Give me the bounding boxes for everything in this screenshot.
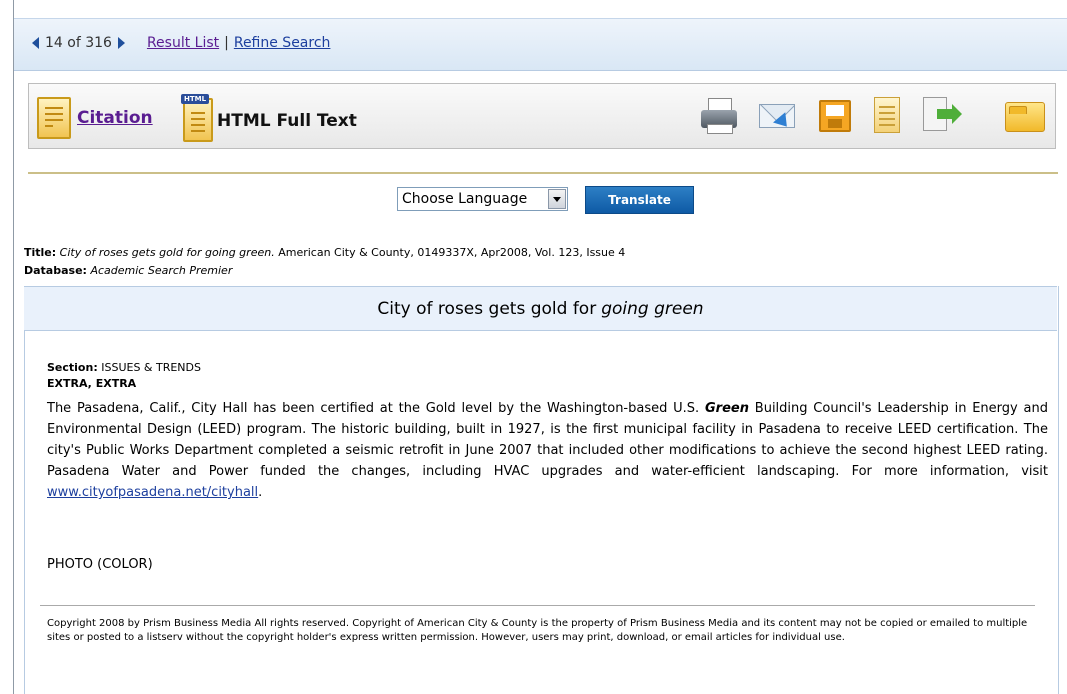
title-source: American City & County, 0149337X, Apr200… bbox=[278, 246, 626, 259]
divider bbox=[28, 172, 1058, 174]
chevron-down-icon[interactable] bbox=[548, 189, 566, 209]
previous-result-icon[interactable] bbox=[32, 37, 39, 49]
document-icon[interactable] bbox=[867, 94, 907, 136]
export-icon[interactable] bbox=[921, 94, 962, 136]
body-emphasis: Green bbox=[705, 401, 749, 416]
section-value: ISSUES & TRENDS bbox=[101, 361, 201, 374]
html-fulltext-format[interactable]: HTML HTML Full Text bbox=[181, 92, 357, 142]
article-headline: City of roses gets gold for going green bbox=[24, 286, 1057, 331]
database-line: Database: Academic Search Premier bbox=[24, 264, 232, 277]
result-list-link[interactable]: Result List bbox=[147, 35, 219, 51]
citation-icon[interactable] bbox=[37, 97, 71, 139]
photo-caption: PHOTO (COLOR) bbox=[47, 557, 153, 572]
section-label: Section: bbox=[47, 361, 98, 374]
citation-format[interactable]: Citation bbox=[37, 97, 153, 139]
result-position: 14 of 316 bbox=[45, 35, 112, 51]
refine-search-link[interactable]: Refine Search bbox=[234, 35, 331, 51]
title-italic: City of roses gets gold for going green. bbox=[59, 246, 275, 259]
title-label: Title: bbox=[24, 246, 57, 259]
citation-link[interactable]: Citation bbox=[77, 108, 153, 128]
left-border bbox=[13, 0, 14, 694]
article-body: The Pasadena, Calif., City Hall has been… bbox=[47, 398, 1048, 503]
nav-separator: | bbox=[224, 35, 229, 51]
email-icon[interactable] bbox=[757, 94, 797, 136]
language-select-value: Choose Language bbox=[402, 191, 528, 207]
body-part1: The Pasadena, Calif., City Hall has been… bbox=[47, 401, 700, 416]
article-subhead: EXTRA, EXTRA bbox=[47, 377, 137, 390]
headline-italic: going green bbox=[601, 298, 704, 319]
result-nav-bar: 14 of 316 Result List | Refine Search bbox=[14, 18, 1067, 71]
html-fulltext-icon[interactable]: HTML bbox=[181, 94, 213, 142]
next-result-icon[interactable] bbox=[117, 37, 125, 49]
copyright-notice: Copyright 2008 by Prism Business Media A… bbox=[47, 618, 1028, 643]
printer-icon[interactable] bbox=[699, 94, 739, 136]
database-label: Database: bbox=[24, 264, 87, 277]
database-value: Academic Search Premier bbox=[90, 264, 233, 277]
format-toolbar: Citation HTML HTML Full Text bbox=[28, 83, 1056, 149]
result-nav: 14 of 316 Result List | Refine Search bbox=[32, 35, 330, 51]
folder-icon[interactable] bbox=[1004, 94, 1045, 136]
city-hall-link[interactable]: www.cityofpasadena.net/cityhall bbox=[47, 485, 258, 500]
body-end: . bbox=[258, 485, 263, 500]
headline-text: City of roses gets gold for bbox=[377, 298, 597, 319]
section-line: Section: ISSUES & TRENDS bbox=[47, 361, 201, 374]
html-fulltext-label: HTML Full Text bbox=[217, 111, 357, 131]
save-icon[interactable] bbox=[815, 94, 855, 136]
copyright-divider bbox=[40, 605, 1035, 606]
title-line: Title: City of roses gets gold for going… bbox=[24, 246, 625, 259]
language-select[interactable]: Choose Language bbox=[397, 187, 568, 211]
html-badge: HTML bbox=[181, 94, 210, 104]
translate-button[interactable]: Translate bbox=[585, 186, 694, 214]
